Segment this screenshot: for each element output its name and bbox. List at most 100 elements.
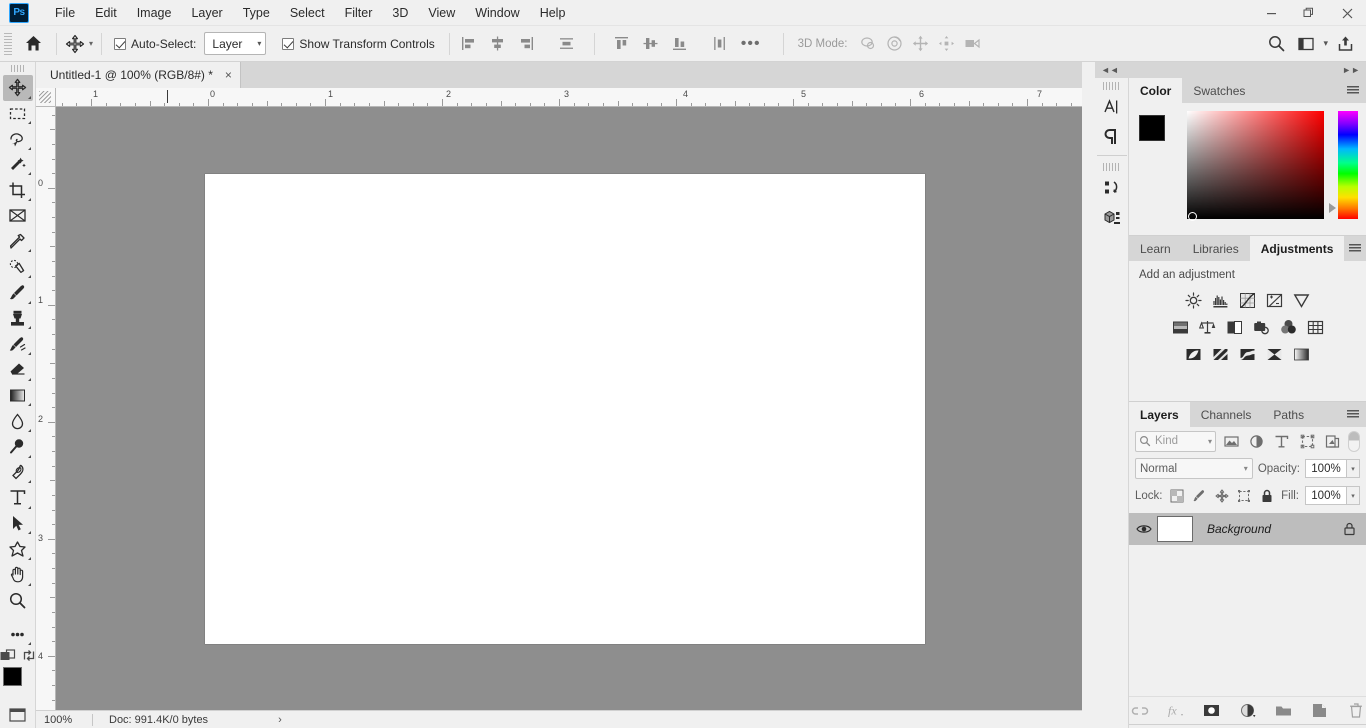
vibrance-icon[interactable] bbox=[1293, 291, 1311, 309]
align-horizontal-centers-icon[interactable] bbox=[485, 31, 511, 57]
threshold-icon[interactable] bbox=[1239, 345, 1257, 363]
tab-adjustments[interactable]: Adjustments bbox=[1249, 236, 1345, 261]
3d-panel-icon[interactable] bbox=[1097, 203, 1127, 233]
layer-style-fx-icon[interactable]: fx bbox=[1166, 701, 1186, 721]
channel-mixer-icon[interactable] bbox=[1279, 318, 1297, 336]
curves-icon[interactable] bbox=[1239, 291, 1257, 309]
fill-value-field[interactable]: 100% bbox=[1305, 486, 1347, 505]
flyout-triangle-icon[interactable] bbox=[27, 198, 31, 202]
tool-eraser[interactable] bbox=[3, 357, 33, 383]
flyout-triangle-icon[interactable] bbox=[27, 582, 31, 586]
tool-custom-shape[interactable] bbox=[3, 536, 33, 562]
tool-quick-selection[interactable] bbox=[3, 152, 33, 178]
hue-saturation-icon[interactable] bbox=[1171, 318, 1189, 336]
flyout-triangle-icon[interactable] bbox=[27, 351, 31, 355]
tool-zoom[interactable] bbox=[3, 588, 33, 614]
ruler-origin-corner[interactable] bbox=[36, 88, 56, 107]
rail-grip[interactable] bbox=[1102, 82, 1121, 90]
flyout-triangle-icon[interactable] bbox=[27, 454, 31, 458]
distribute-vertically-icon[interactable] bbox=[707, 31, 733, 57]
flyout-triangle-icon[interactable] bbox=[27, 95, 31, 99]
panel-menu-icon[interactable] bbox=[1340, 78, 1366, 103]
levels-icon[interactable] bbox=[1212, 291, 1230, 309]
tab-learn[interactable]: Learn bbox=[1129, 236, 1182, 261]
flyout-triangle-icon[interactable] bbox=[27, 557, 31, 561]
photo-filter-icon[interactable] bbox=[1252, 318, 1270, 336]
menu-item-help[interactable]: Help bbox=[530, 2, 576, 24]
options-bar-grip[interactable] bbox=[4, 32, 12, 55]
tab-channels[interactable]: Channels bbox=[1189, 402, 1263, 427]
lock-all-icon[interactable] bbox=[1259, 485, 1276, 506]
flyout-triangle-icon[interactable] bbox=[27, 146, 31, 150]
color-lookup-icon[interactable] bbox=[1306, 318, 1324, 336]
share-upload-icon[interactable] bbox=[1332, 31, 1358, 57]
flyout-triangle-icon[interactable] bbox=[27, 480, 31, 484]
align-vertical-centers-icon[interactable] bbox=[638, 31, 664, 57]
flyout-triangle-icon[interactable] bbox=[27, 172, 31, 176]
delete-layer-icon[interactable] bbox=[1346, 701, 1366, 721]
tool-spot-healing-brush[interactable] bbox=[3, 254, 33, 280]
tool-dodge[interactable] bbox=[3, 434, 33, 460]
active-tool-move[interactable]: ▾ bbox=[63, 30, 95, 58]
tab-swatches[interactable]: Swatches bbox=[1182, 78, 1257, 103]
flyout-triangle-icon[interactable] bbox=[27, 300, 31, 304]
character-panel-icon[interactable] bbox=[1097, 92, 1127, 122]
vertical-ruler[interactable]: 0 1 2 3 4 bbox=[36, 107, 56, 710]
flyout-triangle-icon[interactable] bbox=[27, 249, 31, 253]
flyout-triangle-icon[interactable] bbox=[27, 505, 31, 509]
filter-shape-icon[interactable] bbox=[1298, 431, 1317, 452]
align-left-edges-icon[interactable] bbox=[456, 31, 482, 57]
tool-rectangular-marquee[interactable] bbox=[3, 101, 33, 127]
color-picker-handle[interactable] bbox=[1187, 212, 1197, 221]
workspace-panel-icon[interactable] bbox=[1293, 31, 1319, 57]
fill-stepper-chevron-down-icon[interactable]: ▾ bbox=[1347, 486, 1360, 505]
flyout-triangle-icon[interactable] bbox=[27, 275, 31, 279]
canvas-document[interactable] bbox=[205, 174, 925, 644]
color-panel-foreground-swatch[interactable] bbox=[1139, 115, 1165, 141]
flyout-triangle-icon[interactable] bbox=[27, 403, 31, 407]
selective-color-icon[interactable] bbox=[1266, 345, 1284, 363]
new-adjustment-layer-icon[interactable] bbox=[1238, 701, 1258, 721]
add-layer-mask-icon[interactable] bbox=[1202, 701, 1222, 721]
align-bottom-edges-icon[interactable] bbox=[667, 31, 693, 57]
new-group-icon[interactable] bbox=[1274, 701, 1294, 721]
foreground-background-colors[interactable] bbox=[2, 666, 34, 697]
tool-crop[interactable] bbox=[3, 177, 33, 203]
minimize-button[interactable] bbox=[1252, 0, 1290, 26]
screen-mode-icon[interactable] bbox=[3, 702, 33, 728]
hue-slider-handle[interactable] bbox=[1329, 203, 1337, 213]
lock-transparent-pixels-icon[interactable] bbox=[1169, 485, 1186, 506]
horizontal-ruler[interactable]: 1 0 1 2 3 4 5 6 7 bbox=[56, 88, 1082, 107]
menu-item-filter[interactable]: Filter bbox=[335, 2, 383, 24]
filter-type-icon[interactable] bbox=[1272, 431, 1291, 452]
rail-grip[interactable] bbox=[1102, 163, 1121, 171]
history-panel-icon[interactable] bbox=[1097, 173, 1127, 203]
menu-item-file[interactable]: File bbox=[45, 2, 85, 24]
tool-hand[interactable] bbox=[3, 562, 33, 588]
quick-mask-icon[interactable] bbox=[0, 649, 17, 663]
tab-color[interactable]: Color bbox=[1129, 78, 1183, 103]
flyout-triangle-icon[interactable] bbox=[27, 326, 31, 330]
table-row[interactable]: Background bbox=[1129, 513, 1366, 545]
foreground-color-swatch[interactable] bbox=[2, 666, 22, 686]
filter-pixel-icon[interactable] bbox=[1222, 431, 1241, 452]
brightness-contrast-icon[interactable] bbox=[1185, 291, 1203, 309]
saturation-value-picker[interactable] bbox=[1186, 111, 1325, 221]
layer-kind-filter-dropdown[interactable]: Kind ▾ bbox=[1135, 430, 1217, 452]
expand-panels-icon[interactable]: ►► bbox=[1342, 65, 1360, 75]
new-layer-icon[interactable] bbox=[1310, 701, 1330, 721]
panel-menu-icon[interactable] bbox=[1344, 236, 1366, 261]
tab-paths[interactable]: Paths bbox=[1262, 402, 1316, 427]
show-transform-checkbox-box[interactable] bbox=[282, 37, 295, 50]
search-icon[interactable] bbox=[1263, 31, 1289, 57]
menu-item-view[interactable]: View bbox=[418, 2, 465, 24]
align-top-edges-icon[interactable] bbox=[609, 31, 635, 57]
gradient-map-icon[interactable] bbox=[1293, 345, 1311, 363]
tool-eyedropper[interactable] bbox=[3, 229, 33, 255]
auto-select-checkbox[interactable]: Auto-Select: bbox=[114, 37, 196, 51]
pan-3d-icon[interactable] bbox=[907, 31, 933, 57]
black-white-icon[interactable] bbox=[1225, 318, 1243, 336]
tab-libraries[interactable]: Libraries bbox=[1181, 236, 1250, 261]
swap-colors-icon[interactable] bbox=[22, 649, 36, 662]
menu-item-image[interactable]: Image bbox=[127, 2, 182, 24]
